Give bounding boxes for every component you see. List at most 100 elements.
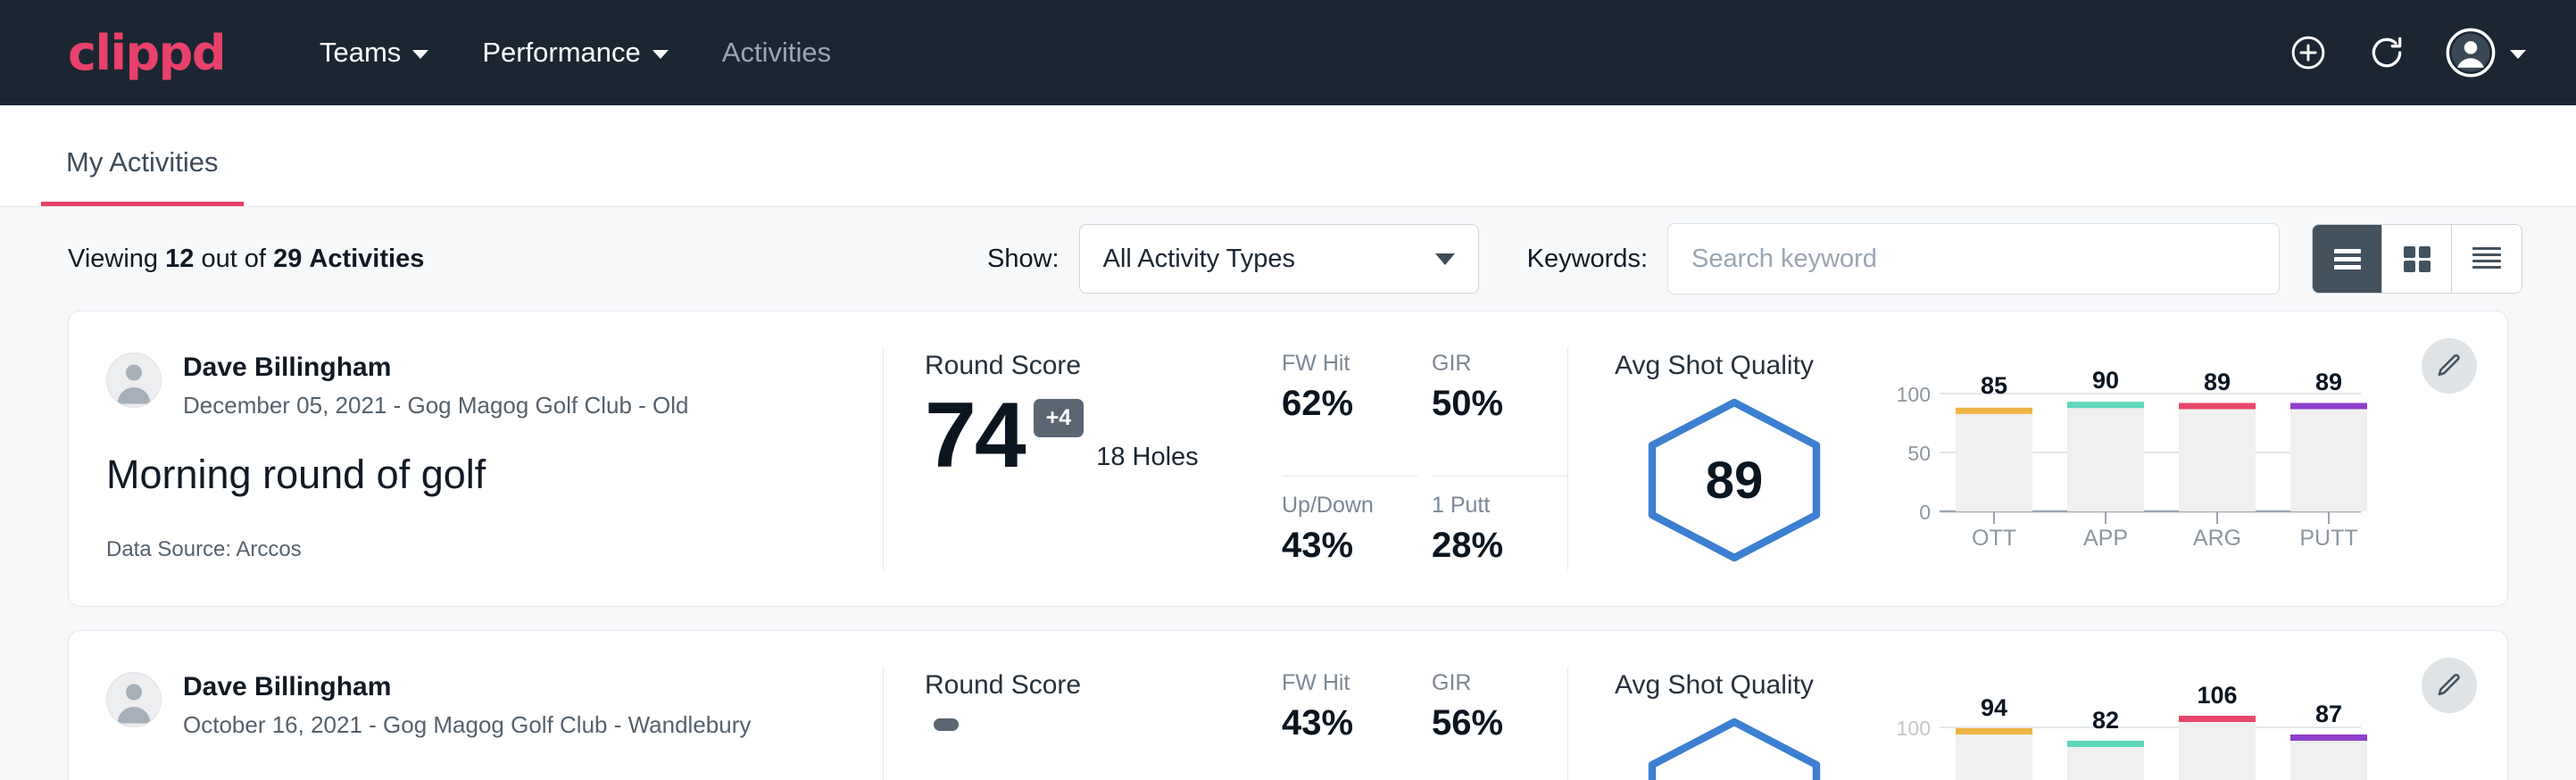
svg-text:50: 50 <box>1907 442 1931 465</box>
chevron-down-icon <box>652 50 669 59</box>
activity-type-select-value: All Activity Types <box>1103 245 1295 274</box>
edit-activity-button[interactable] <box>2422 658 2477 713</box>
stat-fw-hit-label: FW Hit <box>1282 351 1417 377</box>
bar-label-putt: 89 <box>2315 369 2342 395</box>
asq-label: Avg Shot Quality <box>1615 351 1829 381</box>
viewing-count-text: Viewing 12 out of 29 Activities <box>68 245 424 274</box>
list-view-button[interactable] <box>2313 225 2382 293</box>
stat-fw-hit: FW Hit 62% <box>1282 351 1417 477</box>
tab-my-activities-label: My Activities <box>66 146 219 178</box>
activity-score-section: Round Score FW Hit 43% GIR 56% <box>884 631 1567 780</box>
stat-gir: GIR 50% <box>1432 351 1567 477</box>
avatar <box>106 353 162 408</box>
holes-played: 18 Holes <box>1096 443 1198 472</box>
nav-item-performance-label: Performance <box>482 37 640 69</box>
bar-cap-ott <box>1956 408 2032 414</box>
nav-item-teams-label: Teams <box>320 37 401 69</box>
bar-cap-arg <box>2179 403 2256 410</box>
nav-actions <box>2289 28 2526 78</box>
avg-shot-quality-section: Avg Shot Quality 89 100 50 0 <box>1568 311 2507 606</box>
nav-item-activities-label: Activities <box>722 37 831 69</box>
stat-up-down-label: Up/Down <box>1282 493 1417 519</box>
grid-view-button[interactable] <box>2382 225 2452 293</box>
show-label: Show: <box>987 245 1059 274</box>
shot-quality-bar-chart: 100 50 0 85 OTT 90 APP <box>1872 367 2372 606</box>
viewing-total: 29 <box>273 245 302 273</box>
svg-text:100: 100 <box>1897 717 1931 740</box>
activity-data-source: Data Source: Arccos <box>106 537 883 562</box>
brand-logo[interactable]: clippd <box>68 25 225 81</box>
stat-up-down: Up/Down 43% <box>1282 493 1417 607</box>
viewing-count: 12 <box>165 245 194 273</box>
stat-gir-label: GIR <box>1432 351 1567 377</box>
activity-card[interactable]: Dave Billingham December 05, 2021 - Gog … <box>68 311 2508 607</box>
nav-item-teams[interactable]: Teams <box>293 24 455 81</box>
round-score-value: 74 <box>925 392 1025 480</box>
plus-circle-icon[interactable] <box>2289 33 2328 72</box>
tab-my-activities[interactable]: My Activities <box>41 146 244 206</box>
avatar <box>106 672 162 727</box>
activity-card-summary: Dave Billingham October 16, 2021 - Gog M… <box>69 631 883 780</box>
player-name: Dave Billingham <box>183 672 751 703</box>
bar-label-arg: 89 <box>2204 369 2231 395</box>
shot-quality-bar-chart: 100 94 82 106 87 <box>1872 686 2372 780</box>
account-menu[interactable] <box>2446 28 2526 78</box>
nav-item-performance[interactable]: Performance <box>455 24 694 81</box>
bar-label-arg: 106 <box>2197 686 2237 709</box>
bar-chart-svg: 100 94 82 106 87 <box>1872 686 2372 780</box>
search-keyword-box[interactable] <box>1667 223 2280 295</box>
round-stats-grid: FW Hit 43% GIR 56% <box>1282 670 1567 780</box>
refresh-icon[interactable] <box>2367 33 2406 72</box>
round-score-block: Round Score 74 +4 18 Holes <box>925 351 1282 606</box>
activity-author: Dave Billingham October 16, 2021 - Gog M… <box>106 672 883 739</box>
stat-gir-label: GIR <box>1432 670 1567 696</box>
bar-label-putt: 87 <box>2315 701 2342 727</box>
round-score-label: Round Score <box>925 670 1282 701</box>
bar-label-ott: 85 <box>1981 372 2007 399</box>
bar-label-app: 90 <box>2092 367 2119 394</box>
stat-one-putt-value: 28% <box>1432 526 1567 566</box>
activity-title: Morning round of golf <box>106 452 883 498</box>
viewing-suffix: Activities <box>309 245 424 273</box>
svg-text:0: 0 <box>1919 501 1931 524</box>
chevron-down-icon <box>2510 50 2526 59</box>
person-avatar-icon <box>107 353 161 407</box>
bar-arg <box>2179 407 2256 512</box>
round-score-label: Round Score <box>925 351 1282 381</box>
round-score-block: Round Score <box>925 670 1282 780</box>
activity-card-list: Dave Billingham December 05, 2021 - Gog … <box>0 311 2576 780</box>
player-name: Dave Billingham <box>183 353 689 384</box>
bar-ott <box>1956 732 2032 780</box>
activity-type-select[interactable]: All Activity Types <box>1079 224 1479 294</box>
chevron-down-icon <box>1435 253 1455 265</box>
cat-label-arg: ARG <box>2193 526 2241 551</box>
activity-score-section: Round Score 74 +4 18 Holes FW Hit 62% GI… <box>884 311 1567 606</box>
stat-fw-hit-value: 62% <box>1282 384 1417 424</box>
score-to-par-badge <box>934 718 959 731</box>
score-to-par-badge: +4 <box>1034 399 1084 437</box>
nav-item-activities[interactable]: Activities <box>695 24 858 81</box>
bar-label-ott: 94 <box>1981 694 2007 721</box>
asq-left: Avg Shot Quality 89 <box>1615 351 1829 606</box>
primary-nav: Teams Performance Activities <box>293 24 858 81</box>
asq-value <box>1640 715 1829 780</box>
asq-left: Avg Shot Quality <box>1615 670 1829 780</box>
stat-gir: GIR 56% <box>1432 670 1567 780</box>
edit-activity-button[interactable] <box>2422 338 2477 394</box>
bar-putt <box>2290 407 2367 512</box>
activity-author: Dave Billingham December 05, 2021 - Gog … <box>106 353 883 419</box>
round-score-row <box>925 711 1282 731</box>
asq-hexagon <box>1640 715 1829 780</box>
compact-view-button[interactable] <box>2452 225 2522 293</box>
compact-view-icon <box>2470 245 2504 273</box>
bar-app <box>2067 405 2144 511</box>
search-input[interactable] <box>1691 245 2256 274</box>
activity-date-course: December 05, 2021 - Gog Magog Golf Club … <box>183 392 689 419</box>
avg-shot-quality-section: Avg Shot Quality 100 94 <box>1568 631 2507 780</box>
tab-bar: My Activities <box>0 105 2576 207</box>
viewing-middle: out of <box>201 245 266 273</box>
bar-arg <box>2179 719 2256 780</box>
asq-value: 89 <box>1640 395 1829 565</box>
activity-card[interactable]: Dave Billingham October 16, 2021 - Gog M… <box>68 630 2508 780</box>
svg-text:100: 100 <box>1897 383 1931 406</box>
